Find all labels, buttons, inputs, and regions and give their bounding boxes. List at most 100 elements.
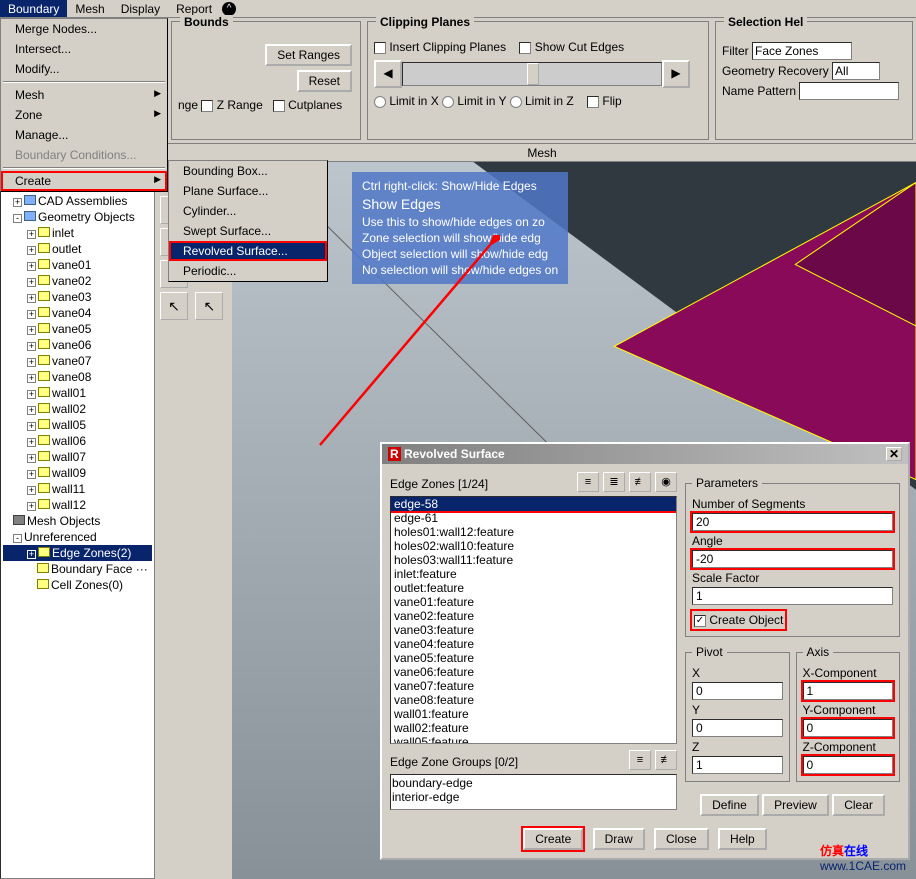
edge-item[interactable]: vane08:feature <box>391 693 676 707</box>
edge-item[interactable]: wall02:feature <box>391 721 676 735</box>
edge-item[interactable]: wall01:feature <box>391 707 676 721</box>
edge-item[interactable]: holes03:wall11:feature <box>391 553 676 567</box>
create-button[interactable]: Create <box>523 828 583 850</box>
edge-item[interactable]: inlet:feature <box>391 567 676 581</box>
menu-display[interactable]: Display <box>113 0 168 17</box>
edge-item[interactable]: vane06:feature <box>391 665 676 679</box>
limit-y-radio[interactable] <box>442 96 454 108</box>
edge-item[interactable]: vane04:feature <box>391 637 676 651</box>
tree-item-vane06[interactable]: +vane06 <box>3 337 152 353</box>
insert-clip-check[interactable] <box>374 42 386 54</box>
menu-mesh[interactable]: Mesh <box>67 0 112 17</box>
dd-modify[interactable]: Modify... <box>1 59 167 79</box>
list-icon-3[interactable]: ≢ <box>629 472 651 492</box>
tree-item-vane05[interactable]: +vane05 <box>3 321 152 337</box>
dd-create[interactable]: Create <box>1 171 167 191</box>
tree-cad[interactable]: +CAD Assemblies <box>3 193 152 209</box>
axis-x-input[interactable] <box>803 682 894 700</box>
dd-intersect[interactable]: Intersect... <box>1 39 167 59</box>
tree-item-outlet[interactable]: +outlet <box>3 241 152 257</box>
preview-button[interactable]: Preview <box>762 794 829 816</box>
tool-select-icon[interactable]: ↖ <box>160 292 188 320</box>
slider-left-button[interactable]: ◀ <box>374 60 402 88</box>
tree-item-vane02[interactable]: +vane02 <box>3 273 152 289</box>
list-icon-4[interactable]: ◉ <box>655 472 677 492</box>
edge-item[interactable]: edge-58 <box>391 497 676 511</box>
pivot-z-input[interactable] <box>692 756 783 774</box>
edge-item[interactable]: outlet:feature <box>391 581 676 595</box>
edge-item[interactable]: wall05:feature <box>391 735 676 744</box>
edge-zones-listbox[interactable]: edge-58edge-61holes01:wall12:featurehole… <box>390 496 677 744</box>
filter-dropdown[interactable] <box>752 42 852 60</box>
list-icon-2[interactable]: ≣ <box>603 472 625 492</box>
create-obj-check[interactable]: ✓ <box>694 615 706 627</box>
close-button[interactable]: Close <box>654 828 709 850</box>
edge-item[interactable]: vane01:feature <box>391 595 676 609</box>
grp-icon-2[interactable]: ≢ <box>655 750 677 770</box>
angle-input[interactable] <box>692 550 893 568</box>
showcut-check[interactable] <box>519 42 531 54</box>
pivot-x-input[interactable] <box>692 682 783 700</box>
tree-item-vane07[interactable]: +vane07 <box>3 353 152 369</box>
tree-item-inlet[interactable]: +inlet <box>3 225 152 241</box>
dd-bounding-box[interactable]: Bounding Box... <box>169 161 327 181</box>
dd-manage[interactable]: Manage... <box>1 125 167 145</box>
dd-merge-nodes[interactable]: Merge Nodes... <box>1 19 167 39</box>
tree-unref[interactable]: -Unreferenced <box>3 529 152 545</box>
edge-group-item[interactable]: boundary-edge <box>392 776 675 790</box>
num-seg-input[interactable] <box>692 513 893 531</box>
axis-y-input[interactable] <box>803 719 894 737</box>
tree-item-wall01[interactable]: +wall01 <box>3 385 152 401</box>
menu-boundary[interactable]: Boundary <box>0 0 67 17</box>
tree-item-vane03[interactable]: +vane03 <box>3 289 152 305</box>
tree-edge-zones[interactable]: +Edge Zones(2) <box>3 545 152 561</box>
dd-cylinder[interactable]: Cylinder... <box>169 201 327 221</box>
tree-mesh-obj[interactable]: Mesh Objects <box>3 513 152 529</box>
tree-item-wall06[interactable]: +wall06 <box>3 433 152 449</box>
clear-button[interactable]: Clear <box>832 794 885 816</box>
edge-item[interactable]: vane03:feature <box>391 623 676 637</box>
edge-item[interactable]: holes01:wall12:feature <box>391 525 676 539</box>
tree-cell-zones[interactable]: Cell Zones(0) <box>3 577 152 593</box>
tool-cursor-icon[interactable]: ↖ <box>195 292 223 320</box>
tree-item-wall12[interactable]: +wall12 <box>3 497 152 513</box>
draw-button[interactable]: Draw <box>593 828 645 850</box>
set-ranges-button[interactable]: Set Ranges <box>265 44 352 66</box>
pivot-y-input[interactable] <box>692 719 783 737</box>
edge-item[interactable]: vane05:feature <box>391 651 676 665</box>
define-button[interactable]: Define <box>700 794 759 816</box>
tree-item-vane01[interactable]: +vane01 <box>3 257 152 273</box>
clip-slider[interactable] <box>402 62 662 86</box>
dd-plane-surface[interactable]: Plane Surface... <box>169 181 327 201</box>
dd-zone[interactable]: Zone <box>1 105 167 125</box>
reset-button[interactable]: Reset <box>297 70 352 92</box>
tree-item-vane04[interactable]: +vane04 <box>3 305 152 321</box>
limit-z-radio[interactable] <box>510 96 522 108</box>
tree-item-wall09[interactable]: +wall09 <box>3 465 152 481</box>
limit-x-radio[interactable] <box>374 96 386 108</box>
cutplanes-check[interactable] <box>273 100 285 112</box>
dd-mesh[interactable]: Mesh <box>1 85 167 105</box>
grp-icon-1[interactable]: ≡ <box>629 750 651 770</box>
help-icon[interactable]: ^ <box>222 2 236 16</box>
zrange-check[interactable] <box>201 100 213 112</box>
edge-item[interactable]: holes02:wall10:feature <box>391 539 676 553</box>
tree-item-wall07[interactable]: +wall07 <box>3 449 152 465</box>
dialog-close-button[interactable]: ✕ <box>886 447 902 461</box>
tree-boundary-face[interactable]: Boundary Face ··· <box>3 561 152 577</box>
edge-item[interactable]: vane02:feature <box>391 609 676 623</box>
tree-item-wall02[interactable]: +wall02 <box>3 401 152 417</box>
slider-right-button[interactable]: ▶ <box>662 60 690 88</box>
tree-item-vane08[interactable]: +vane08 <box>3 369 152 385</box>
edge-groups-listbox[interactable]: boundary-edgeinterior-edge <box>390 774 677 810</box>
tree-item-wall05[interactable]: +wall05 <box>3 417 152 433</box>
list-icon-1[interactable]: ≡ <box>577 472 599 492</box>
axis-z-input[interactable] <box>803 756 894 774</box>
geom-recovery-dropdown[interactable] <box>832 62 880 80</box>
edge-item[interactable]: vane07:feature <box>391 679 676 693</box>
tree-geom[interactable]: -Geometry Objects <box>3 209 152 225</box>
tree-item-wall11[interactable]: +wall11 <box>3 481 152 497</box>
flip-check[interactable] <box>587 96 599 108</box>
name-pattern-input[interactable] <box>799 82 899 100</box>
edge-group-item[interactable]: interior-edge <box>392 790 675 804</box>
